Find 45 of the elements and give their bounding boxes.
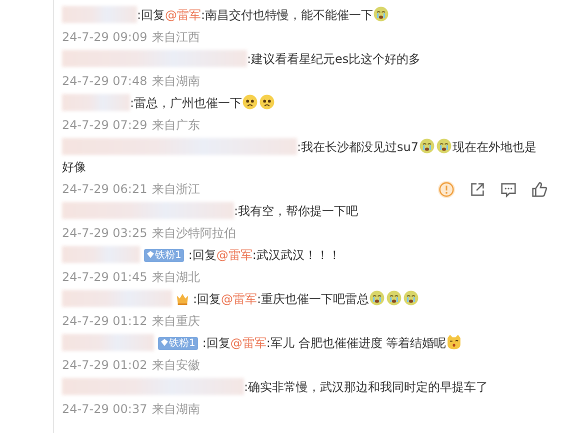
comment-text: :建议看看星纪元es比这个好的多 [62, 49, 540, 69]
comment-text: 铁粉1 :回复@雷军:武汉武汉！！！ [62, 245, 540, 265]
crying-face-icon [373, 6, 390, 22]
mention-link[interactable]: @雷军 [221, 292, 258, 306]
comment-location: 来自湖南 [152, 72, 200, 90]
comment-text: :我有空，帮你提一下吧 [62, 201, 540, 221]
comment-text: :确实非常慢，武汉那边和我同时定的早提车了 [62, 377, 540, 397]
comment-time: 24-7-29 07:48 [62, 74, 148, 88]
comment-time: 24-7-29 09:09 [62, 30, 148, 44]
comment-text: 铁粉1 :回复@雷军:军儿 合肥也催催进度 等着结婚呢 [62, 333, 540, 353]
comment-time: 24-7-29 01:45 [62, 270, 148, 284]
comment-location: 来自安徽 [152, 356, 200, 374]
comment-location: 来自湖南 [152, 400, 200, 418]
comment-time: 24-7-29 06:21 [62, 182, 148, 196]
mention-link[interactable]: @雷军 [165, 8, 202, 22]
mention-link[interactable]: @雷军 [216, 248, 252, 262]
comment-time: 24-7-29 00:37 [62, 402, 148, 416]
crying-face-icon [418, 138, 435, 154]
sad-face-icon [259, 94, 276, 110]
comment-text: :回复@雷军:南昌交付也特慢，能不能催一下 [62, 5, 540, 25]
like-icon[interactable] [530, 180, 549, 198]
crying-face-icon [403, 290, 420, 306]
comment-text: :回复@雷军:重庆也催一下吧雷总 [62, 289, 540, 309]
comment-time: 24-7-29 01:02 [62, 358, 148, 372]
mention-link[interactable]: @雷军 [230, 336, 266, 350]
sad-face-icon [242, 94, 258, 110]
comment-location: 来自重庆 [152, 312, 200, 330]
crying-face-icon [386, 290, 402, 306]
crying-face-icon [436, 138, 452, 154]
comment-location: 来自浙江 [152, 180, 200, 198]
comment-text: :雷总，广州也催一下 [62, 93, 540, 113]
comment-location: 来自沙特阿拉伯 [152, 224, 236, 242]
comment-location: 来自江西 [152, 28, 200, 46]
crying-face-icon [369, 290, 386, 306]
fan-badge: 铁粉1 [158, 337, 198, 350]
comment-time: 24-7-29 03:25 [62, 226, 148, 240]
blurred-name [62, 94, 130, 111]
comment-time: 24-7-29 01:12 [62, 314, 148, 328]
crown-icon [175, 291, 190, 306]
fan-badge: 铁粉1 [144, 249, 184, 262]
comment-text: :我在长沙都没见过su7 现在在外地也是好像 [62, 137, 538, 176]
comment-location: 来自广东 [152, 116, 200, 134]
comment-time: 24-7-29 07:29 [62, 118, 148, 132]
comment-location: 来自湖北 [152, 268, 200, 286]
cat-face-icon [446, 334, 462, 350]
